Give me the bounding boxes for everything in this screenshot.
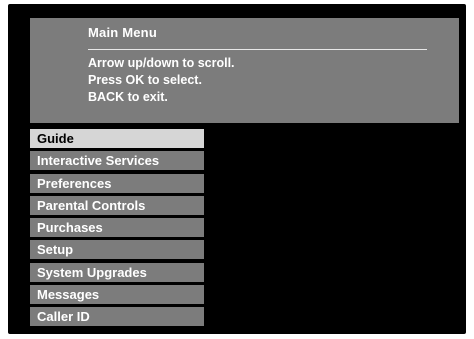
menu-item-guide[interactable]: Guide	[30, 129, 204, 148]
tv-screen: Main Menu Arrow up/down to scroll. Press…	[8, 4, 466, 334]
menu-item-parental-controls[interactable]: Parental Controls	[30, 195, 204, 215]
instruction-exit: BACK to exit.	[88, 90, 168, 104]
instruction-scroll: Arrow up/down to scroll.	[88, 56, 235, 70]
menu-item-interactive-services[interactable]: Interactive Services	[30, 151, 204, 171]
menu-item-system-upgrades[interactable]: System Upgrades	[30, 262, 204, 282]
menu-item-caller-id[interactable]: Caller ID	[30, 307, 204, 327]
instruction-select: Press OK to select.	[88, 73, 202, 87]
menu-item-messages[interactable]: Messages	[30, 285, 204, 305]
menu-item-setup[interactable]: Setup	[30, 240, 204, 260]
main-menu-list: Guide Interactive Services Preferences P…	[30, 129, 204, 330]
header-panel: Main Menu Arrow up/down to scroll. Press…	[30, 18, 459, 123]
instructions: Arrow up/down to scroll. Press OK to sel…	[88, 55, 235, 106]
title-divider	[88, 49, 427, 50]
menu-item-preferences[interactable]: Preferences	[30, 173, 204, 193]
menu-title: Main Menu	[88, 25, 157, 40]
menu-item-purchases[interactable]: Purchases	[30, 218, 204, 238]
